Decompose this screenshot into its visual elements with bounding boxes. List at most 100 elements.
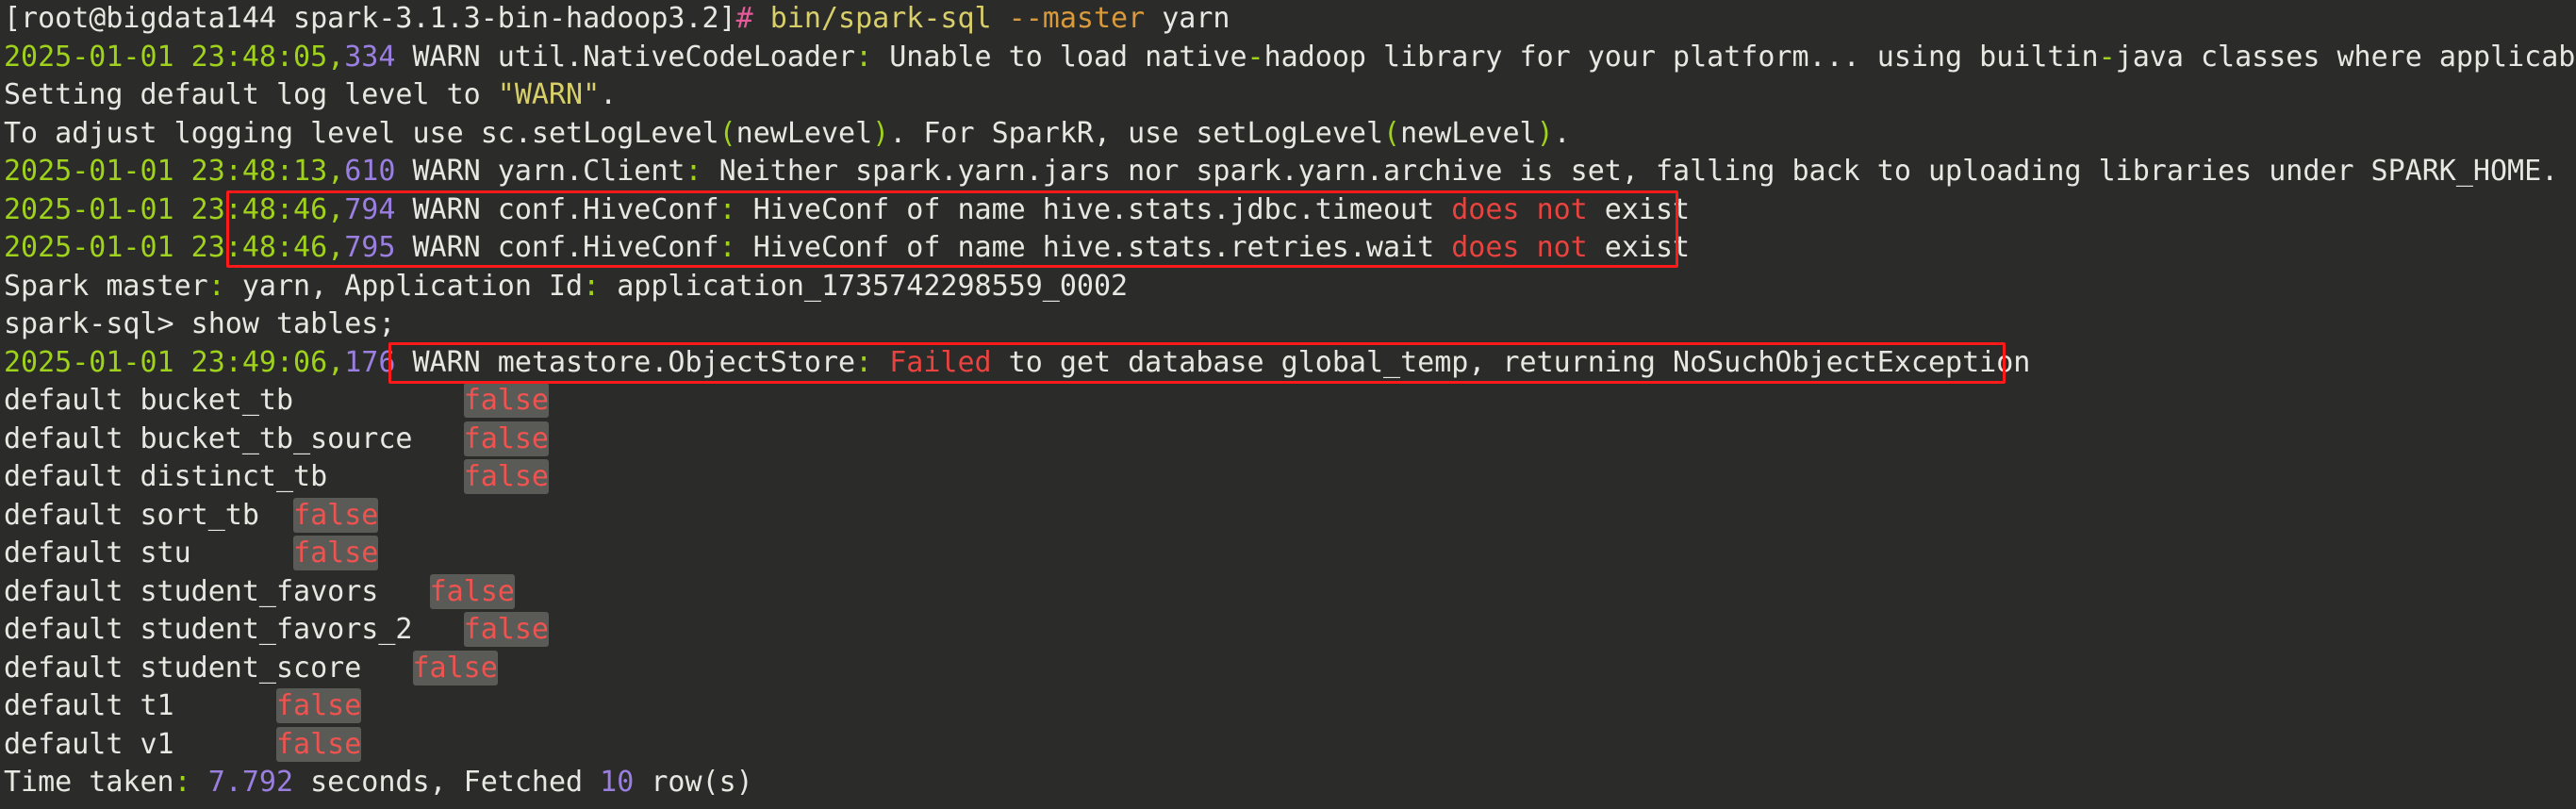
table-database-name: default [4,537,124,570]
log-timestamp: 2025-01-01 23:49:06 [4,345,328,379]
table-database-name: default [4,574,124,608]
table-database-name: default [4,689,124,722]
table-name: bucket_tb_source [140,421,413,455]
log-emphasis-does: does [1451,192,1520,226]
log-timestamp-comma: , [327,155,345,188]
table-name: student_favors [140,574,379,608]
table-is-temporary-value: false [463,421,549,456]
log-timestamp: 2025-01-01 23:48:46 [4,192,328,226]
column-pad [174,728,276,761]
table-database-name: default [4,727,124,761]
terminal-window[interactable]: [root@bigdata144 spark-3.1.3-bin-hadoop3… [0,0,2576,809]
log-message-part2: hadoop library for your platform... usin… [1263,40,2099,74]
column-gap [123,460,140,493]
fetched-row-count: 10 [600,766,635,799]
log-message: HiveConf of name hive.stats.jdbc.timeout [735,192,1452,226]
log-message-period: . [600,78,618,111]
log-timestamp-comma: , [327,231,345,264]
log-message-period: . [1553,116,1571,150]
log-millis: 610 [344,155,396,188]
column-gap [123,575,140,608]
log-colon: : [173,766,191,799]
table-row: default stu false [0,535,2576,573]
command-arg-yarn: yarn [1145,2,1230,35]
log-millis: 794 [344,192,396,226]
log-timestamp: 2025-01-01 23:48:05 [4,40,328,74]
column-gap [123,537,140,570]
log-level-and-class: WARN yarn.Client [395,155,685,188]
terminal-line-time-taken: Time taken: 7.792 seconds, Fetched 10 ro… [0,764,2576,802]
table-database-name: default [4,651,124,685]
terminal-line-hiveconf-jdbc-timeout: 2025-01-01 23:48:46,794 WARN conf.HiveCo… [0,191,2576,230]
log-message: to get database global_temp, returning N… [991,345,2031,379]
hyphen-glyph: - [2098,40,2116,74]
spark-master-label: Spark master [4,269,208,303]
column-gap [123,652,140,685]
table-name: distinct_tb [140,460,328,493]
column-pad [412,422,463,455]
column-gap [123,728,140,761]
shell-prompt-path: [root@bigdata144 spark-3.1.3-bin-hadoop3… [4,2,736,35]
log-message: Setting default log level to [4,78,498,111]
table-row: default student_favors false [0,573,2576,612]
terminal-line-sparksql-prompt: spark-sql> show tables; [0,305,2576,344]
log-colon: : [583,269,601,303]
column-gap [123,422,140,455]
table-is-temporary-value: false [463,612,549,647]
log-colon: : [718,231,736,264]
terminal-line-default-log-level: Setting default log level to "WARN". [0,76,2576,115]
terminal-line-nativecodeloader-warning: 2025-01-01 23:48:05,334 WARN util.Native… [0,39,2576,77]
paren-open-glyph: ( [718,116,736,150]
column-pad [174,689,276,722]
time-taken-label: Time taken [4,766,174,799]
log-timestamp: 2025-01-01 23:48:13 [4,155,328,188]
table-is-temporary-value: false [276,688,362,723]
command-flag-master: --master [1008,2,1146,35]
table-is-temporary-value: false [293,497,379,533]
time-taken-seconds: 7.792 [207,766,294,799]
row-suffix: row(s) [634,766,753,799]
paren-close-glyph: ) [872,116,890,150]
table-is-temporary-value: false [463,383,549,418]
spark-master-value-and-appid-label: yarn, Application Id [224,269,584,303]
table-row: default t1 false [0,687,2576,726]
column-pad [378,575,429,608]
shell-prompt-hash: # [735,2,753,35]
log-arg-newlevel: newLevel [1400,116,1537,150]
fetched-label: seconds, Fetched [293,766,601,799]
log-level-and-class: WARN util.NativeCodeLoader [395,40,856,74]
table-database-name: default [4,384,124,417]
table-database-name: default [4,421,124,455]
log-timestamp-comma: , [327,192,345,226]
terminal-line-adjust-logging-hint: To adjust logging level use sc.setLogLev… [0,115,2576,154]
table-database-name: default [4,460,124,493]
hyphen-glyph: - [1247,40,1264,74]
column-pad [412,613,463,646]
table-row: default distinct_tb false [0,458,2576,497]
log-message: HiveConf of name hive.stats.retries.wait [735,231,1452,264]
log-level-and-class: WARN conf.HiveConf [395,192,719,226]
table-row: default bucket_tb_source false [0,421,2576,459]
table-is-temporary-value: false [463,459,549,494]
column-gap [123,499,140,532]
table-row: default bucket_tb false [0,382,2576,421]
table-name: sort_tb [140,498,259,532]
log-colon: : [685,155,702,188]
column-pad [293,384,464,417]
column-pad [259,499,293,532]
table-name: stu [140,537,191,570]
log-emphasis-not: not [1536,231,1588,264]
table-row: default v1 false [0,726,2576,765]
log-message-exist: exist [1587,192,1691,226]
log-message: Neither spark.yarn.jars nor spark.yarn.a… [702,155,2559,188]
column-gap [123,613,140,646]
log-message-part3: java classes where applicable [2115,40,2576,74]
application-id-value: application_1735742298559_0002 [600,269,1129,303]
log-colon: : [207,269,225,303]
table-row: default sort_tb false [0,497,2576,536]
column-pad [327,460,464,493]
log-arg-newlevel: newLevel [735,116,873,150]
table-name: bucket_tb [140,384,294,417]
